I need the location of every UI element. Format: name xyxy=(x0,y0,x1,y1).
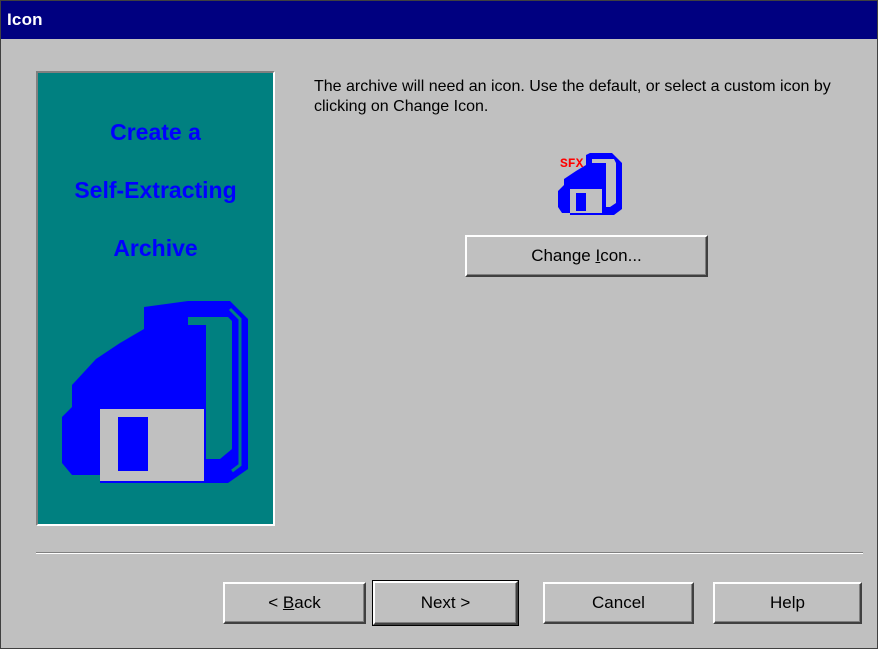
sfx-label: SFX xyxy=(560,156,584,171)
wizard-dialog: Icon Create a Self-Extracting Archive Th… xyxy=(0,0,878,649)
banner-line-3: Archive xyxy=(113,235,198,261)
back-mnemonic: B xyxy=(282,593,295,612)
sfx-floppy-icon: SFX xyxy=(558,153,622,215)
cancel-button[interactable]: Cancel xyxy=(543,582,694,624)
separator-line xyxy=(36,552,863,554)
wizard-banner: Create a Self-Extracting Archive xyxy=(36,71,275,526)
dialog-title: Icon xyxy=(7,10,43,29)
back-label-suffix: ack xyxy=(294,593,321,612)
floppy-disk-icon xyxy=(62,301,248,483)
change-icon-label-suffix: con... xyxy=(600,246,642,265)
back-label-prefix: < xyxy=(268,593,283,612)
instructions-text: The archive will need an icon. Use the d… xyxy=(314,78,831,115)
banner-line-2: Self-Extracting xyxy=(74,177,237,203)
change-icon-button[interactable]: Change Icon... xyxy=(465,235,708,277)
help-button[interactable]: Help xyxy=(713,582,862,624)
change-icon-label-prefix: Change xyxy=(531,246,596,265)
banner-line-1: Create a xyxy=(110,119,201,145)
back-button[interactable]: < Back xyxy=(223,582,366,624)
title-bar: Icon xyxy=(1,1,877,39)
next-button[interactable]: Next > xyxy=(372,580,519,626)
